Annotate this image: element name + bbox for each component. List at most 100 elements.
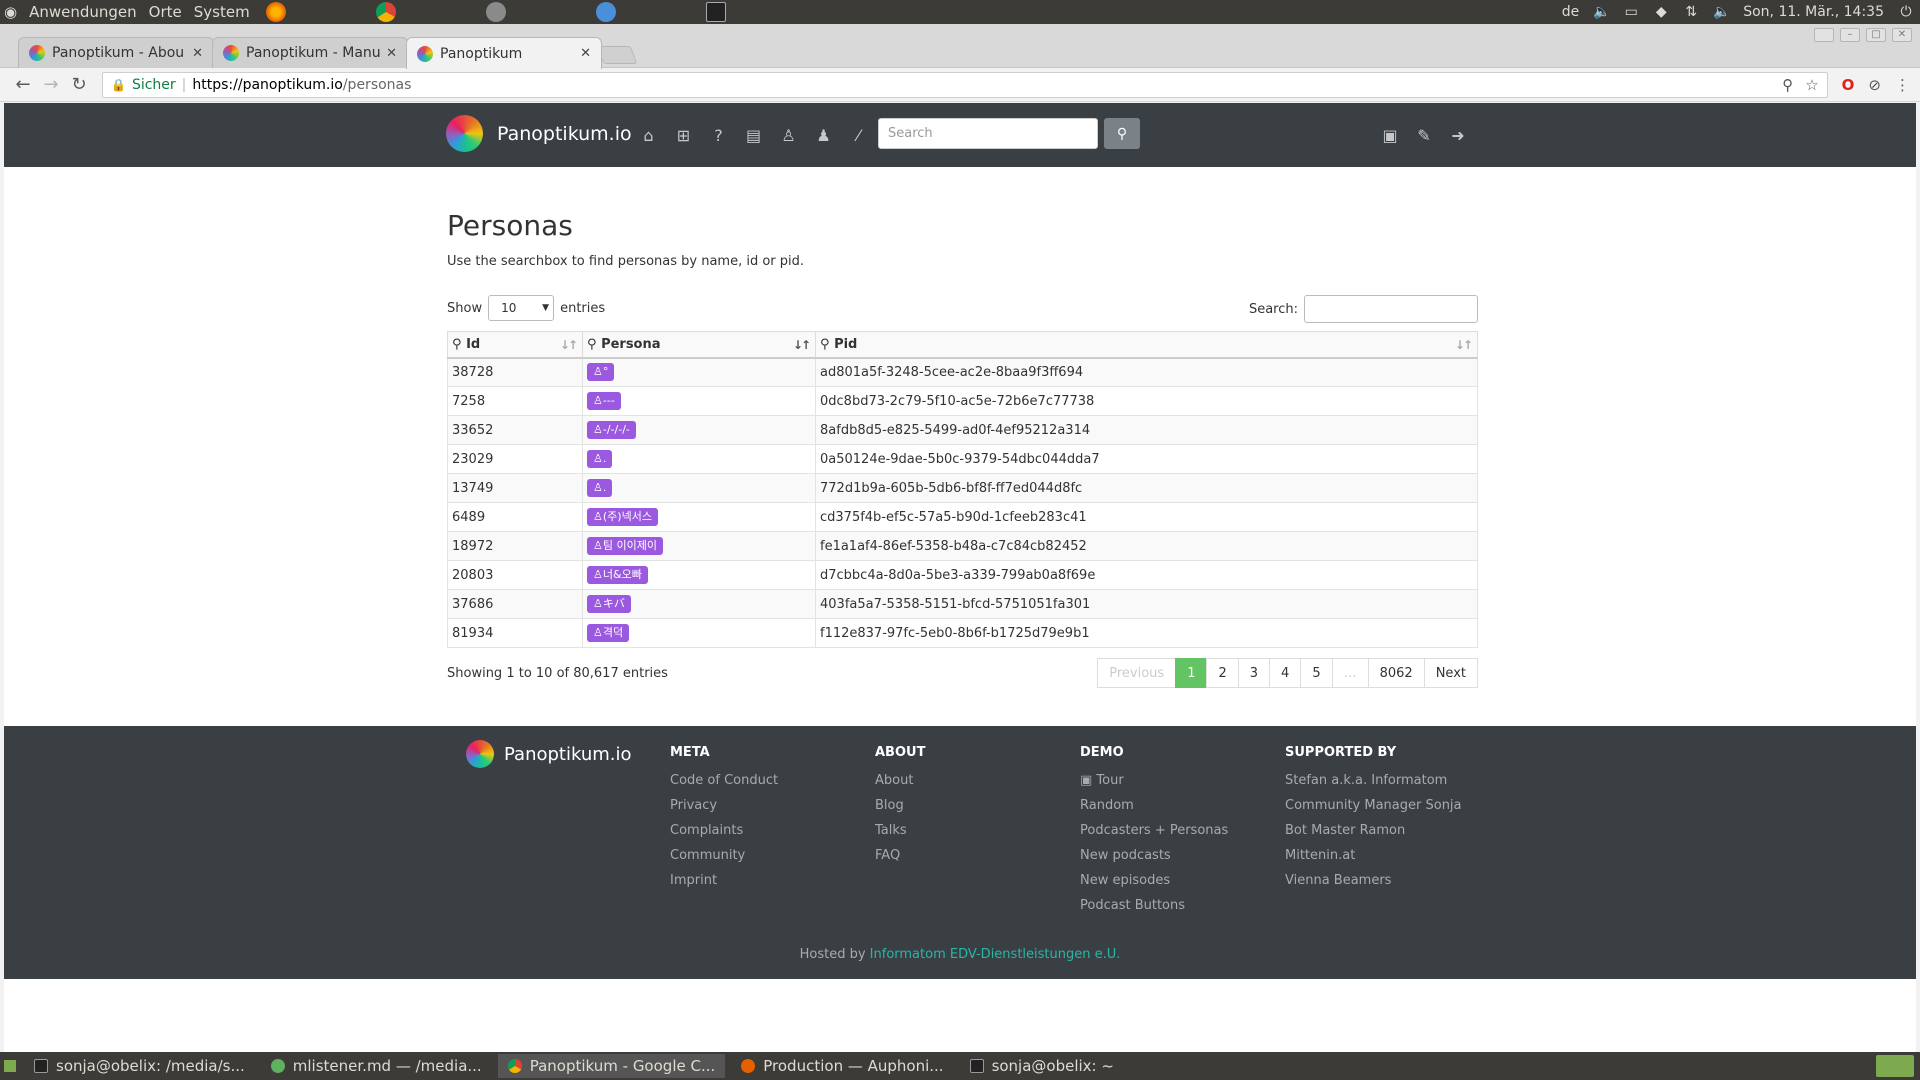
- task-terminal-2[interactable]: sonja@obelix: ~: [960, 1054, 1124, 1078]
- persona-badge[interactable]: ♙너&오빠: [587, 566, 648, 584]
- bookmark-star-icon[interactable]: ☆: [1805, 76, 1818, 94]
- user-icon[interactable]: ♟: [813, 125, 834, 146]
- hosted-link[interactable]: Informatom EDV-Dienstleistungen e.U.: [870, 947, 1121, 962]
- sign-in-icon[interactable]: ➜: [1448, 125, 1468, 145]
- footer-link[interactable]: Blog: [875, 798, 925, 815]
- back-icon[interactable]: ←: [10, 72, 36, 98]
- volume-icon[interactable]: 🔈: [1593, 4, 1610, 20]
- keyboard-layout[interactable]: de: [1562, 4, 1580, 20]
- entries-select[interactable]: 10 ▼: [488, 295, 555, 321]
- site-brand[interactable]: Panoptikum.io: [446, 115, 632, 152]
- home-icon[interactable]: ⌂: [638, 125, 659, 146]
- footer-link[interactable]: Bot Master Ramon: [1285, 823, 1462, 840]
- footer-link[interactable]: Random: [1080, 798, 1228, 815]
- pencil-icon[interactable]: ✎: [1414, 125, 1434, 145]
- footer-link[interactable]: Community Manager Sonja: [1285, 798, 1462, 815]
- tab-personas[interactable]: Panoptikum ✕: [406, 37, 602, 69]
- column-header-pid[interactable]: ⚲ Pid ↓↑: [815, 331, 1478, 359]
- page-previous-button[interactable]: Previous: [1097, 658, 1177, 688]
- persona-badge[interactable]: ♙°: [587, 363, 615, 382]
- page-1-button[interactable]: 1: [1175, 658, 1208, 688]
- network-icon[interactable]: ⇅: [1683, 4, 1699, 20]
- footer-link-tour[interactable]: ▣ Tour: [1080, 773, 1228, 790]
- new-tab-button[interactable]: [596, 46, 638, 64]
- footer-link[interactable]: New podcasts: [1080, 848, 1228, 865]
- sound-icon[interactable]: 🔈: [1713, 4, 1730, 20]
- tor-launcher-icon[interactable]: [485, 2, 506, 22]
- clock[interactable]: Son, 11. Mär., 14:35: [1743, 4, 1884, 20]
- column-header-persona[interactable]: ⚲ Persona ↓↑: [582, 331, 816, 359]
- question-icon[interactable]: ?: [708, 125, 729, 146]
- close-icon[interactable]: ✕: [192, 46, 203, 61]
- bus-icon[interactable]: ▣: [1380, 125, 1400, 145]
- task-firefox[interactable]: Production — Auphoni...: [731, 1054, 953, 1078]
- persona-badge[interactable]: ♙キバ: [587, 595, 631, 613]
- column-header-id[interactable]: ⚲ Id ↓↑: [447, 331, 583, 359]
- page-next-button[interactable]: Next: [1423, 658, 1478, 688]
- page-3-button[interactable]: 3: [1237, 658, 1271, 688]
- user-icon[interactable]: [1814, 28, 1834, 42]
- page-2-button[interactable]: 2: [1206, 658, 1239, 688]
- ubuntu-logo-icon[interactable]: ◉: [4, 3, 17, 21]
- site-search-input[interactable]: Search: [878, 118, 1098, 149]
- search-button[interactable]: ⚲: [1104, 118, 1140, 149]
- persona-badge[interactable]: ♙.: [587, 479, 613, 497]
- footer-link[interactable]: Complaints: [670, 823, 778, 840]
- footer-link[interactable]: Imprint: [670, 873, 778, 890]
- task-terminal-1[interactable]: sonja@obelix: /media/s...: [24, 1054, 255, 1078]
- menu-system[interactable]: System: [194, 3, 250, 21]
- tab-manual[interactable]: Panoptikum - Manu ✕: [212, 37, 408, 68]
- workspace-chrome-icon[interactable]: [1876, 1055, 1914, 1077]
- task-chrome[interactable]: Panoptikum - Google C...: [497, 1054, 726, 1078]
- persona-badge[interactable]: ♙---: [587, 392, 621, 410]
- footer-link[interactable]: Privacy: [670, 798, 778, 815]
- newspaper-icon[interactable]: ▤: [743, 125, 764, 146]
- persona-badge[interactable]: ♙팀 이이제이: [587, 537, 663, 555]
- menu-places[interactable]: Orte: [149, 3, 182, 21]
- footer-link[interactable]: Podcasters + Personas: [1080, 823, 1228, 840]
- power-icon[interactable]: ⏻: [1898, 4, 1914, 20]
- page-5-button[interactable]: 5: [1300, 658, 1333, 688]
- magic-icon[interactable]: ⁄: [848, 125, 869, 146]
- footer-link[interactable]: Community: [670, 848, 778, 865]
- address-bar[interactable]: 🔒 Sicher | https://panoptikum.io/persona…: [102, 71, 1828, 98]
- sitemap-icon[interactable]: ⊞: [673, 125, 694, 146]
- blocked-extension-icon[interactable]: ⊘: [1868, 76, 1881, 94]
- page-last-button[interactable]: 8062: [1367, 658, 1425, 688]
- tab-about[interactable]: Panoptikum - Abou ✕: [18, 37, 214, 68]
- user-outline-icon[interactable]: ♙: [778, 125, 799, 146]
- chrome-launcher-icon[interactable]: [375, 2, 396, 22]
- footer-link[interactable]: FAQ: [875, 848, 925, 865]
- footer-link[interactable]: New episodes: [1080, 873, 1228, 890]
- persona-badge[interactable]: ♙(주)넥서스: [587, 508, 658, 526]
- menu-applications[interactable]: Anwendungen: [29, 3, 137, 21]
- table-search-input[interactable]: [1304, 295, 1478, 323]
- task-editor[interactable]: mlistener.md — /media...: [261, 1054, 492, 1078]
- firefox-launcher-icon[interactable]: [265, 2, 286, 22]
- footer-link[interactable]: Code of Conduct: [670, 773, 778, 790]
- maximize-icon[interactable]: □: [1866, 28, 1886, 42]
- zoom-icon[interactable]: ⚲: [1782, 76, 1793, 94]
- thunderbird-launcher-icon[interactable]: [595, 2, 616, 22]
- minimize-icon[interactable]: –: [1840, 28, 1860, 42]
- footer-link[interactable]: Podcast Buttons: [1080, 898, 1228, 915]
- footer-link[interactable]: About: [875, 773, 925, 790]
- footer-link[interactable]: Vienna Beamers: [1285, 873, 1462, 890]
- menu-kebab-icon[interactable]: ⋮: [1895, 76, 1910, 94]
- page-4-button[interactable]: 4: [1269, 658, 1302, 688]
- footer-link[interactable]: Stefan a.k.a. Informatom: [1285, 773, 1462, 790]
- close-icon[interactable]: ✕: [580, 46, 591, 61]
- shield-icon[interactable]: ◆: [1653, 4, 1669, 20]
- persona-badge[interactable]: ♙.: [587, 450, 613, 468]
- footer-link[interactable]: Talks: [875, 823, 925, 840]
- footer-brand[interactable]: Panoptikum.io: [466, 740, 632, 768]
- opera-extension-icon[interactable]: O: [1842, 76, 1855, 94]
- persona-badge[interactable]: ♙-/-/-/-: [587, 421, 636, 439]
- persona-badge[interactable]: ♙격덕: [587, 624, 630, 642]
- reload-icon[interactable]: ↻: [66, 72, 92, 98]
- show-desktop-icon[interactable]: [4, 1060, 16, 1072]
- display-icon[interactable]: ▭: [1623, 4, 1639, 20]
- close-window-icon[interactable]: ✕: [1892, 28, 1912, 42]
- forward-icon[interactable]: →: [38, 72, 64, 98]
- footer-link[interactable]: Mittenin.at: [1285, 848, 1462, 865]
